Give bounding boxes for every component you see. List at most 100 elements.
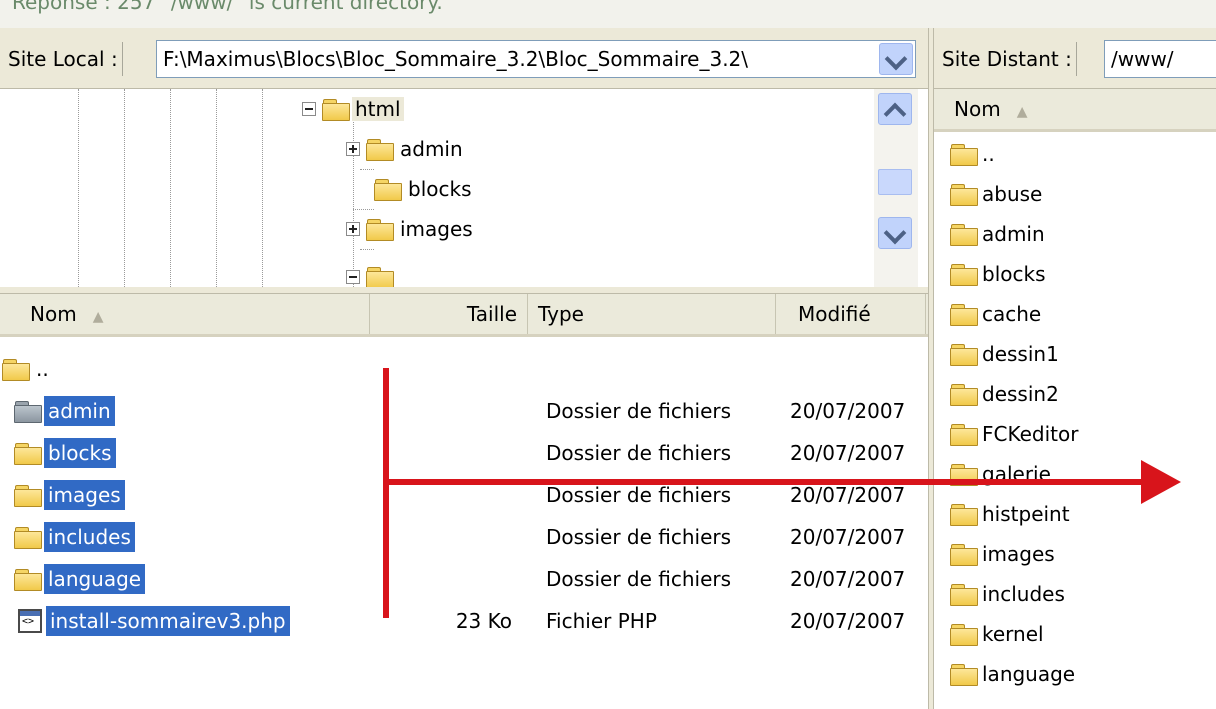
table-row[interactable]: admin Dossier de fichiers 20/07/2007 xyxy=(0,390,928,430)
folder-icon xyxy=(950,303,978,326)
local-folder-tree[interactable]: html admin blocks images xyxy=(0,89,928,287)
folder-icon xyxy=(950,583,978,606)
scrollbar-thumb[interactable] xyxy=(878,169,912,195)
file-name: kernel xyxy=(982,622,1044,646)
tree-node-label: html xyxy=(352,97,404,121)
remote-path-combobox[interactable]: /www/ xyxy=(1104,40,1216,78)
file-name: .. xyxy=(982,142,995,166)
file-modified: 20/07/2007 xyxy=(790,399,906,423)
list-item[interactable]: blocks xyxy=(950,254,1046,294)
chevron-up-icon xyxy=(883,102,907,126)
tree-node-images[interactable]: images xyxy=(346,209,473,249)
column-type[interactable]: Type xyxy=(528,294,776,334)
folder-icon xyxy=(950,143,978,166)
table-row[interactable]: .. xyxy=(0,348,928,388)
list-item[interactable]: admin xyxy=(950,214,1045,254)
tree-node-html[interactable]: html xyxy=(302,89,404,129)
list-item[interactable]: .. xyxy=(950,134,995,174)
folder-icon xyxy=(366,138,394,161)
list-item[interactable]: includes xyxy=(950,574,1065,614)
folder-icon xyxy=(366,266,394,287)
file-modified: 20/07/2007 xyxy=(790,567,906,591)
tree-node-label: admin xyxy=(400,137,463,161)
list-item[interactable]: language xyxy=(950,654,1075,694)
list-item[interactable]: abuse xyxy=(950,174,1042,214)
tree-node-partial xyxy=(346,257,396,287)
table-row[interactable]: language Dossier de fichiers 20/07/2007 xyxy=(0,558,928,598)
folder-icon xyxy=(14,568,42,591)
local-column-header: Nom ▲ Taille Type Modifié xyxy=(0,294,928,337)
status-log-text: Réponse : 257 "/www/" is current directo… xyxy=(12,0,443,14)
tree-scrollbar[interactable] xyxy=(874,89,918,287)
local-file-list[interactable]: .. admin Dossier de fichiers 20/07/2007 … xyxy=(0,338,928,709)
local-path-value[interactable]: F:\Maximus\Blocs\Bloc_Sommaire_3.2\Bloc_… xyxy=(163,41,873,77)
chevron-down-icon xyxy=(883,221,907,245)
folder-icon xyxy=(950,623,978,646)
file-name: includes xyxy=(982,582,1065,606)
tree-guide-line xyxy=(216,89,217,287)
tree-node-label: blocks xyxy=(408,177,472,201)
remote-path-value[interactable]: /www/ xyxy=(1111,41,1216,77)
list-item[interactable]: FCKeditor xyxy=(950,414,1078,454)
scroll-down-button[interactable] xyxy=(878,217,912,249)
sort-ascending-icon: ▲ xyxy=(92,309,104,325)
folder-icon xyxy=(950,343,978,366)
list-item[interactable]: galerie xyxy=(950,454,1051,494)
pane-splitter[interactable] xyxy=(0,287,928,294)
remote-site-panel: Site Distant : /www/ Nom ▲ .. abuse admin… xyxy=(934,28,1216,709)
file-name: abuse xyxy=(982,182,1043,206)
file-name: language xyxy=(982,662,1076,686)
list-item[interactable]: kernel xyxy=(950,614,1044,654)
tree-node-admin[interactable]: admin xyxy=(346,129,463,169)
table-row[interactable]: install-sommairev3.php 23 Ko Fichier PHP… xyxy=(0,600,928,640)
folder-icon xyxy=(950,383,978,406)
tree-guide-line xyxy=(78,89,79,287)
file-name: blocks xyxy=(44,438,116,468)
file-name: install-sommairev3.php xyxy=(46,606,290,636)
tree-guide-line xyxy=(170,89,171,287)
column-size[interactable]: Taille xyxy=(370,294,528,334)
status-log: Réponse : 257 "/www/" is current directo… xyxy=(0,0,1216,29)
file-type: Dossier de fichiers xyxy=(546,441,732,465)
file-name: cache xyxy=(982,302,1042,326)
column-name[interactable]: Nom ▲ xyxy=(0,294,370,334)
folder-icon xyxy=(366,218,394,241)
folder-icon xyxy=(950,663,978,686)
tree-node-label: images xyxy=(400,217,473,241)
tree-guide-line xyxy=(262,89,263,287)
file-name: histpeint xyxy=(982,502,1070,526)
list-item[interactable]: dessin1 xyxy=(950,334,1059,374)
remote-site-label: Site Distant : xyxy=(942,42,1077,76)
list-item[interactable]: histpeint xyxy=(950,494,1070,534)
file-name: admin xyxy=(982,222,1045,246)
list-item[interactable]: images xyxy=(950,534,1055,574)
column-modified[interactable]: Modifié xyxy=(776,294,926,334)
table-row[interactable]: includes Dossier de fichiers 20/07/2007 xyxy=(0,516,928,556)
tree-node-blocks[interactable]: blocks xyxy=(366,169,472,209)
scroll-up-button[interactable] xyxy=(878,93,912,126)
table-row[interactable]: blocks Dossier de fichiers 20/07/2007 xyxy=(0,432,928,472)
column-name-label: Nom xyxy=(954,97,1001,121)
local-site-panel: Site Local : F:\Maximus\Blocs\Bloc_Somma… xyxy=(0,28,928,709)
collapse-icon[interactable] xyxy=(302,102,316,116)
list-item[interactable]: dessin2 xyxy=(950,374,1059,414)
file-name: language xyxy=(44,564,146,594)
expand-icon[interactable] xyxy=(346,222,360,236)
column-name[interactable]: Nom ▲ xyxy=(954,89,1027,132)
collapse-icon xyxy=(346,270,360,284)
file-modified: 20/07/2007 xyxy=(790,441,906,465)
folder-icon xyxy=(950,223,978,246)
folder-icon xyxy=(14,442,42,465)
folder-icon xyxy=(950,543,978,566)
local-path-combobox[interactable]: F:\Maximus\Blocs\Bloc_Sommaire_3.2\Bloc_… xyxy=(156,40,916,78)
file-name: FCKeditor xyxy=(982,422,1079,446)
folder-icon xyxy=(14,400,42,423)
expand-icon[interactable] xyxy=(346,142,360,156)
local-path-bar: Site Local : F:\Maximus\Blocs\Bloc_Somma… xyxy=(0,28,928,89)
folder-icon xyxy=(950,423,978,446)
folder-icon xyxy=(14,484,42,507)
list-item[interactable]: cache xyxy=(950,294,1041,334)
remote-column-header[interactable]: Nom ▲ xyxy=(934,89,1216,132)
local-path-dropdown-button[interactable] xyxy=(879,43,913,75)
file-type: Dossier de fichiers xyxy=(546,399,732,423)
